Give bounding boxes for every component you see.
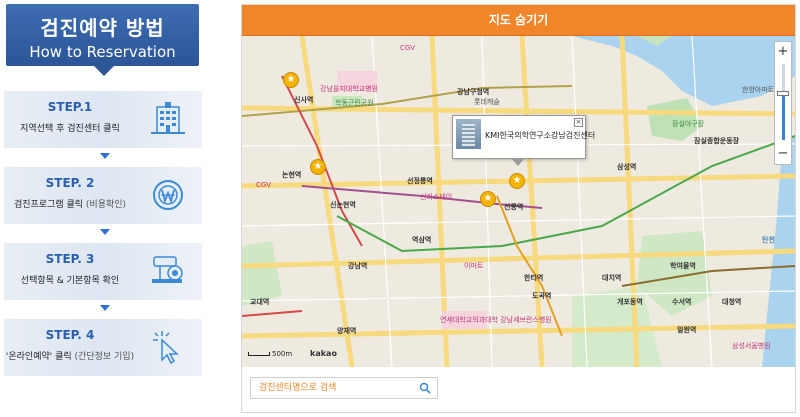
map-label-gangnam: 강남역	[348, 262, 368, 270]
map-label-iparkmall: 이마트	[464, 262, 484, 270]
map-label-daechi: 대치역	[602, 274, 622, 282]
step-1-number: STEP.1	[47, 100, 93, 114]
header-pointer	[94, 66, 114, 76]
guide-header: 검진예약 방법 How to Reservation	[6, 4, 199, 76]
map-panel: 지도 숨기기 CGV 한양아파트 신사역 강남을지대학교병원 학동근린공원 강남…	[241, 4, 796, 413]
guide-title-en: How to Reservation	[29, 43, 176, 61]
map-label-hakdong: 학동근린공원	[335, 99, 374, 107]
step-arrow-3	[100, 305, 110, 311]
medical-equipment-icon	[152, 256, 183, 283]
step-4: STEP. 4 '온라인예약' 클릭 (간단정보 기입)	[4, 319, 202, 376]
map-label-samsung: 삼성역	[617, 163, 637, 171]
map-label-nonhyeon: 논현역	[282, 171, 302, 179]
click-cursor-icon	[153, 331, 179, 365]
step-1-description: 지역선택 후 검진센터 클릭	[20, 124, 120, 134]
center-search-input[interactable]	[251, 378, 411, 398]
step-arrow-2	[100, 229, 110, 235]
star-icon: ★	[483, 193, 493, 204]
search-icon[interactable]	[419, 382, 431, 394]
map-label-seolleung: 선릉역	[504, 203, 524, 211]
kakao-logo: kakao	[310, 349, 337, 358]
center-info-popup[interactable]: KMI한국의학연구소강남검진센터 ×	[452, 115, 595, 159]
zoom-in-button[interactable]: +	[775, 44, 791, 60]
hospital-building-icon	[151, 102, 185, 134]
map-label-yangjae: 양재역	[337, 327, 357, 335]
star-icon: ★	[512, 175, 522, 186]
map-label-seonjeongneung: 선정릉역	[407, 177, 433, 185]
map-label-cgv-bottom: CGV	[256, 181, 272, 189]
map-view[interactable]: CGV 한양아파트 신사역 강남을지대학교병원 학동근린공원 강남구청역 롯데캐…	[242, 36, 795, 367]
center-thumbnail	[456, 119, 481, 149]
map-label-lotte: 롯데캐슬	[474, 98, 500, 106]
popup-close-button[interactable]: ×	[574, 118, 583, 127]
center-pin-marker[interactable]: ★	[310, 159, 326, 175]
hide-map-button[interactable]: 지도 숨기기	[242, 5, 795, 36]
scale-bar	[248, 352, 270, 356]
step-3-description: 선택항목 & 기본항목 확인	[20, 276, 120, 286]
map-label-jamsil-stadium: 잠실종합운동장	[694, 137, 740, 145]
map-label-eulji: 강남을지대학교병원	[320, 85, 378, 93]
zoom-slider-handle[interactable]	[777, 91, 789, 96]
step-2-number: STEP. 2	[45, 176, 95, 190]
star-icon: ★	[286, 74, 296, 85]
map-label-tancheon: 탄천	[762, 236, 775, 244]
zoom-control: + −	[774, 41, 792, 165]
zoom-level-fill	[782, 94, 785, 140]
center-pin-marker[interactable]: ★	[283, 72, 299, 88]
map-label-hakyeoul: 학여울역	[670, 262, 696, 270]
map-label-gaepo: 개포동역	[617, 298, 643, 306]
step-2-description: 검진프로그램 클릭 (비용확인)	[13, 200, 127, 210]
scale-label: 500m	[272, 350, 293, 358]
popup-center-name[interactable]: KMI한국의학연구소강남검진센터	[485, 130, 595, 141]
map-label-daecheong: 대청역	[722, 298, 742, 306]
center-search-box	[250, 377, 438, 399]
map-label-gangnamgu-office: 강남구청역	[457, 88, 490, 96]
map-label-sinnonhyeon: 신논현역	[330, 201, 356, 209]
map-label-shinsa: 신사역	[294, 96, 314, 104]
map-label-yeoksam: 역삼역	[412, 236, 432, 244]
center-pin-marker[interactable]: ★	[509, 173, 525, 189]
map-label-irwon: 일원역	[677, 326, 697, 334]
step-4-number: STEP. 4	[45, 328, 95, 342]
map-label-hanyang: 한양아파트	[742, 86, 775, 94]
map-label-hanti: 한티역	[524, 274, 544, 282]
step-3-number: STEP. 3	[45, 252, 95, 266]
zoom-out-button[interactable]: −	[775, 146, 791, 162]
popup-pointer	[512, 159, 524, 166]
map-scale: 500m	[248, 350, 292, 358]
map-label-samsung-hospital: 삼성서울병원	[732, 342, 771, 350]
reservation-page: 검진예약 방법 How to Reservation STEP.1 지역선택 후…	[0, 0, 800, 417]
step-2: STEP. 2 검진프로그램 클릭 (비용확인)	[4, 167, 202, 224]
map-label-gyodae: 교대역	[250, 298, 270, 306]
map-label-yonsei: 연세대학교의과대학 강남세브란스병원	[440, 316, 552, 324]
step-4-description: '온라인예약' 클릭 (간단정보 기입)	[5, 352, 135, 362]
reservation-guide: 검진예약 방법 How to Reservation STEP.1 지역선택 후…	[4, 4, 202, 376]
map-label-cgv-top: CGV	[400, 44, 416, 52]
coin-icon	[153, 180, 183, 210]
step-arrow-1	[100, 153, 110, 159]
step-1: STEP.1 지역선택 후 검진센터 클릭	[4, 91, 202, 148]
star-icon: ★	[313, 161, 323, 172]
map-label-jamsil-field: 잠실야구장	[672, 120, 705, 128]
center-pin-marker[interactable]: ★	[480, 191, 496, 207]
step-3: STEP. 3 선택항목 & 기본항목 확인	[4, 243, 202, 300]
map-label-sinrae: 신라스테이	[420, 193, 453, 201]
guide-title-ko: 검진예약 방법	[40, 16, 165, 40]
map-label-dogok: 도곡역	[532, 292, 552, 300]
map-label-suseo: 수서역	[672, 298, 692, 306]
